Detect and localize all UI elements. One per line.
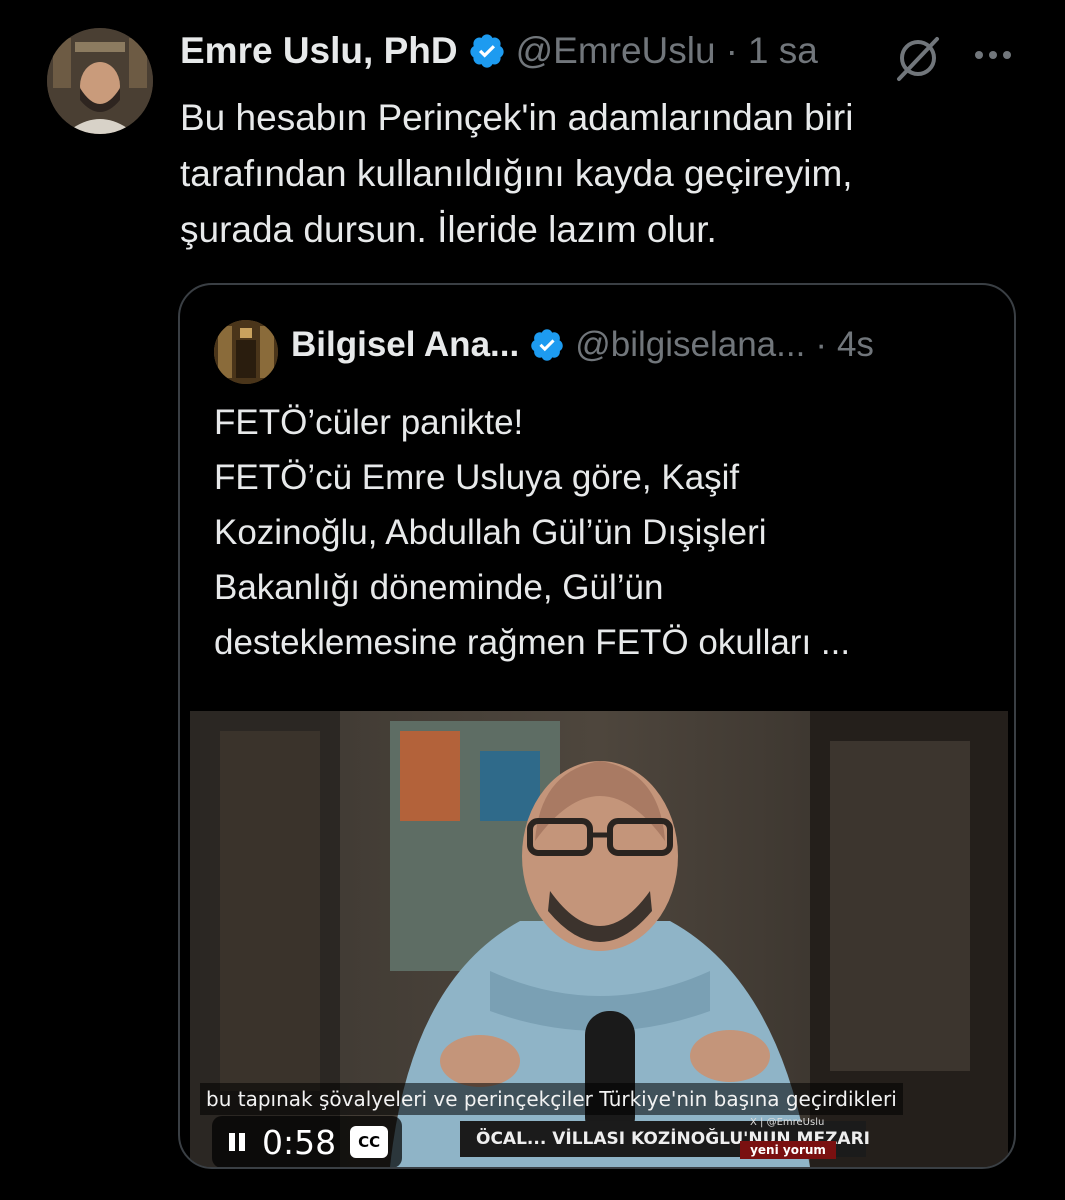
quoted-tweet-time[interactable]: 4s [837,325,874,365]
tv-brand-label: X | @EmreUslu [750,1117,825,1128]
video-controls: 0:58 CC [212,1116,403,1167]
more-options-icon[interactable] [973,48,1013,62]
closed-captions-icon[interactable]: CC [350,1126,389,1158]
tweet-text-line: şurada dursun. İleride lazım olur. [180,209,717,250]
verified-badge-icon [531,329,563,361]
quoted-text-line: FETÖ’cüler panikte! [214,403,524,442]
verified-badge-icon [469,34,504,68]
quoted-author-name[interactable]: Bilgisel Ana... [291,325,519,365]
quoted-tweet-card[interactable]: Bilgisel Ana... @bilgiselana... · 4s FET… [178,283,1016,1169]
tweet-page: Emre Uslu, PhD @EmreUslu · 1 sa Bu hesab… [0,0,1065,1200]
quoted-text-line: desteklemesine rağmen FETÖ okulları ... [214,623,851,662]
quoted-text-line: Bakanlığı döneminde, Gül’ün [214,568,664,607]
tweet-header: Emre Uslu, PhD @EmreUslu · 1 sa [180,30,818,72]
tv-show-label: yeni yorum [740,1141,836,1159]
quoted-tweet-header: Bilgisel Ana... @bilgiselana... · 4s [291,325,874,365]
author-handle[interactable]: @EmreUslu [516,30,716,72]
author-avatar[interactable] [47,28,153,134]
separator-dot: · [815,325,827,364]
video-caption: bu tapınak şövalyeleri ve perinçekçiler … [200,1083,903,1115]
quoted-author-handle[interactable]: @bilgiselana... [575,325,805,365]
grok-icon[interactable] [893,33,943,83]
tweet-time[interactable]: 1 sa [748,30,818,72]
pause-icon[interactable] [226,1131,248,1153]
tweet-text-line: Bu hesabın Perinçek'in adamlarından biri [180,97,854,138]
video-timecode: 0:58 [262,1122,337,1162]
quoted-author-avatar[interactable] [214,320,278,384]
quoted-text-line: FETÖ’cü Emre Usluya göre, Kaşif [214,458,740,497]
quoted-tweet-text: FETÖ’cüler panikte! FETÖ’cü Emre Usluya … [214,395,994,670]
video-player[interactable]: bu tapınak şövalyeleri ve perinçekçiler … [190,711,1008,1167]
separator-dot: · [725,30,738,71]
quoted-text-line: Kozinoğlu, Abdullah Gül’ün Dışişleri [214,513,767,552]
tweet-text-line: tarafından kullanıldığını kayda geçireyi… [180,153,853,194]
author-name[interactable]: Emre Uslu, PhD [180,30,458,72]
tweet-text: Bu hesabın Perinçek'in adamlarından biri… [180,90,1020,258]
